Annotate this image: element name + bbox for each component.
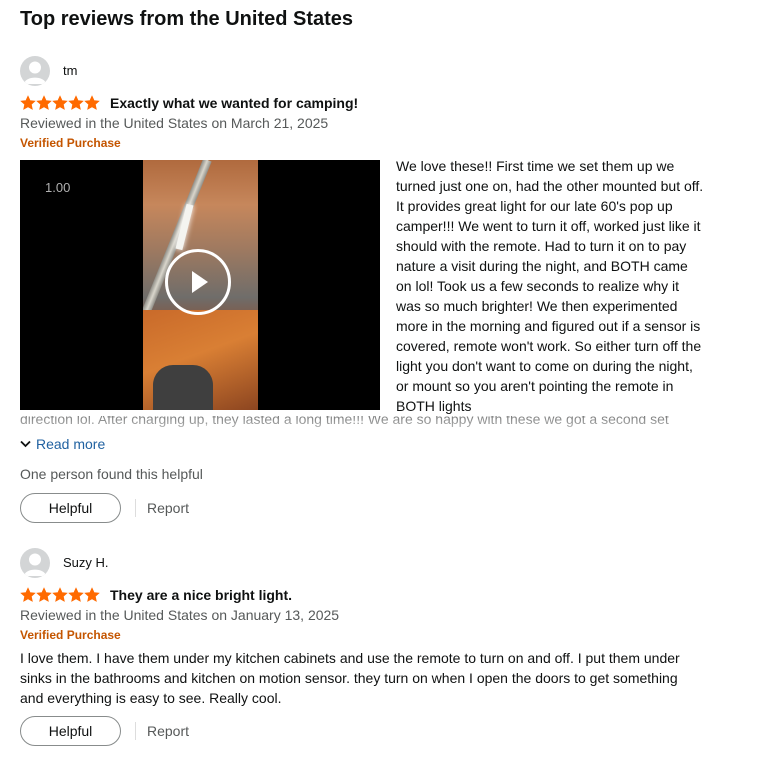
reviewer-profile[interactable]: tm	[20, 56, 77, 86]
star-icon	[20, 587, 36, 602]
report-link[interactable]: Report	[147, 722, 189, 740]
star-icon	[36, 95, 52, 110]
star-icon	[68, 587, 84, 602]
review-body: We love these!! First time we set them u…	[396, 158, 704, 414]
reviewer-profile[interactable]: Suzy H.	[20, 548, 109, 578]
play-button[interactable]	[165, 249, 231, 315]
chevron-down-icon	[20, 440, 31, 448]
report-link[interactable]: Report	[147, 499, 189, 517]
review-body: I love them. I have them under my kitche…	[20, 650, 680, 706]
star-icon	[84, 95, 100, 110]
helpful-button[interactable]: Helpful	[20, 493, 121, 523]
star-rating[interactable]	[20, 94, 100, 112]
person-icon	[24, 553, 46, 576]
star-icon	[84, 587, 100, 602]
star-icon	[52, 95, 68, 110]
video-speed-label: 1.00	[45, 180, 71, 195]
read-more-link[interactable]: Read more	[20, 435, 105, 453]
avatar	[20, 548, 50, 578]
review-video[interactable]: 1.00	[20, 160, 380, 410]
star-icon	[68, 95, 84, 110]
person-icon	[24, 61, 46, 84]
review-actions: Helpful Report	[20, 716, 189, 746]
review-title[interactable]: They are a nice bright light.	[110, 586, 292, 604]
review-body-overflow: direction lol. After charging up, they l…	[20, 416, 760, 430]
review-body-overflow-text: direction lol. After charging up, they l…	[20, 416, 669, 427]
star-icon	[36, 587, 52, 602]
reviewer-name: Suzy H.	[63, 555, 109, 570]
star-rating[interactable]	[20, 586, 100, 604]
rating-line: Exactly what we wanted for camping!	[20, 93, 358, 113]
divider	[135, 722, 136, 740]
rating-line: They are a nice bright light.	[20, 585, 292, 605]
helpful-button[interactable]: Helpful	[20, 716, 121, 746]
review-date: Reviewed in the United States on January…	[20, 607, 340, 623]
verified-purchase-badge: Verified Purchase	[20, 628, 121, 642]
play-icon	[192, 271, 208, 293]
verified-purchase-badge: Verified Purchase	[20, 136, 121, 150]
review-date: Reviewed in the United States on March 2…	[20, 115, 329, 131]
star-icon	[20, 95, 36, 110]
avatar	[20, 56, 50, 86]
divider	[135, 499, 136, 517]
reviewer-name: tm	[63, 63, 78, 78]
review-title[interactable]: Exactly what we wanted for camping!	[110, 94, 358, 112]
section-title: Top reviews from the United States	[20, 8, 354, 30]
read-more-label: Read more	[36, 436, 106, 452]
review-actions: Helpful Report	[20, 493, 189, 523]
helpful-count: One person found this helpful	[20, 466, 203, 482]
star-icon	[52, 587, 68, 602]
